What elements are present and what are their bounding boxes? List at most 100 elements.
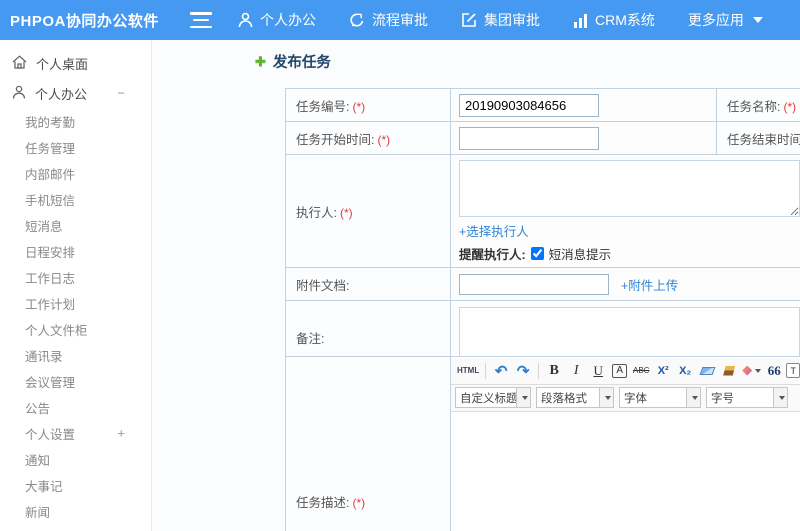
edit-icon xyxy=(461,12,477,28)
sidebar-item-contacts[interactable]: 通讯录 xyxy=(0,342,151,368)
nav-label: 更多应用 xyxy=(687,12,744,28)
attachment-label: 附件文档: xyxy=(296,278,350,293)
topbar: PHPOA协同办公软件 个人办公 流程审批 集团审批 CRM系统 更多应用 xyxy=(0,0,800,40)
sidebar-item-personal-cabinet[interactable]: 个人文件柜 xyxy=(0,316,151,342)
sidebar-item-schedule[interactable]: 日程安排 xyxy=(0,238,151,264)
sidebar-item-label: 我的考勤 xyxy=(25,115,76,130)
sidebar-item-internal-mail[interactable]: 内部邮件 xyxy=(0,160,151,186)
app-logo: PHPOA协同办公软件 xyxy=(10,12,159,30)
page-title: ✚ 发布任务 xyxy=(255,51,331,72)
font-size-select[interactable]: 字号 xyxy=(706,387,788,408)
chevron-down-icon xyxy=(522,395,528,400)
main-content: ✚ 发布任务 任务编号:(*) 任务名称:(*) 任务开始时间:(*) 任务结束… xyxy=(153,40,800,531)
sidebar-item-my-attendance[interactable]: 我的考勤 xyxy=(0,108,151,134)
redo-button[interactable]: ↷ xyxy=(513,360,533,381)
user-icon xyxy=(12,85,26,102)
task-number-input[interactable] xyxy=(459,93,599,117)
sidebar-item-label: 内部邮件 xyxy=(25,167,76,182)
start-time-label: 任务开始时间: xyxy=(296,132,375,147)
description-row: 任务描述: (*) HTML ↶ ↷ B I U A ABC X² X₂ 66 … xyxy=(285,356,800,531)
sidebar-item-label: 新闻 xyxy=(25,505,51,520)
sidebar-item-task-management[interactable]: 任务管理 xyxy=(0,134,151,160)
font-border-button[interactable]: A xyxy=(612,363,628,378)
sidebar-item-major-events[interactable]: 大事记 xyxy=(0,472,151,498)
sidebar-item-personal-settings[interactable]: 个人设置 + xyxy=(0,420,151,446)
required-marker: (*) xyxy=(339,205,353,220)
highlight-button[interactable] xyxy=(741,360,762,381)
end-time-label: 任务结束时间: xyxy=(727,132,800,147)
executor-textarea[interactable] xyxy=(459,160,800,217)
font-family-select[interactable]: 字体 xyxy=(619,387,701,408)
collapse-minus-icon[interactable]: − xyxy=(117,86,125,101)
editor-content-area[interactable] xyxy=(451,411,800,531)
sidebar-item-work-log[interactable]: 工作日志 xyxy=(0,264,151,290)
app-window: PHPOA协同办公软件 个人办公 流程审批 集团审批 CRM系统 更多应用 个人… xyxy=(0,0,800,531)
task-description-table: 任务描述: (*) HTML ↶ ↷ B I U A ABC X² X₂ 66 … xyxy=(285,356,800,531)
sidebar-item-label: 会议管理 xyxy=(25,375,76,390)
rich-text-editor: HTML ↶ ↷ B I U A ABC X² X₂ 66 T 自定义标题 段落… xyxy=(451,357,800,531)
html-source-button[interactable]: HTML xyxy=(456,360,480,381)
sidebar: 个人桌面 个人办公 − 我的考勤 任务管理 内部邮件 手机短信 短消息 日程安排… xyxy=(0,40,152,531)
subscript-button[interactable]: X₂ xyxy=(675,360,695,381)
nav-group-approval[interactable]: 集团审批 xyxy=(461,10,540,30)
attachment-upload-link[interactable]: +附件上传 xyxy=(621,275,678,294)
nav-more-apps[interactable]: 更多应用 xyxy=(688,10,763,30)
sidebar-item-announcement[interactable]: 公告 xyxy=(0,394,151,420)
chevron-down-icon xyxy=(605,395,611,400)
task-name-label: 任务名称: xyxy=(727,99,781,114)
bar-chart-icon xyxy=(573,13,588,28)
start-time-input[interactable] xyxy=(459,126,599,150)
attachment-row: 附件文档: +附件上传 xyxy=(285,267,800,301)
strikethrough-button[interactable]: ABC xyxy=(631,360,651,381)
sidebar-item-label: 工作日志 xyxy=(25,271,76,286)
required-marker: (*) xyxy=(783,99,797,114)
format-brush-button[interactable] xyxy=(719,360,739,381)
sidebar-item-notice[interactable]: 通知 xyxy=(0,446,151,472)
select-executor-link[interactable]: +选择执行人 xyxy=(459,225,529,239)
sidebar-item-news[interactable]: 新闻 xyxy=(0,498,151,524)
attachment-input[interactable] xyxy=(459,273,609,295)
toolbar-separator xyxy=(485,362,487,379)
custom-title-select[interactable]: 自定义标题 xyxy=(455,387,531,408)
undo-button[interactable]: ↶ xyxy=(491,360,511,381)
sms-remind-checkbox[interactable] xyxy=(530,247,544,260)
sidebar-item-label: 日程安排 xyxy=(25,245,76,260)
nav-crm-system[interactable]: CRM系统 xyxy=(573,10,655,30)
editor-toolbar-row1: HTML ↶ ↷ B I U A ABC X² X₂ 66 T xyxy=(451,357,800,385)
page-title-text: 发布任务 xyxy=(272,55,331,71)
task-time-row: 任务开始时间:(*) 任务结束时间:(*) xyxy=(285,121,800,155)
underline-button[interactable]: U xyxy=(588,360,608,381)
sidebar-item-personal-desktop[interactable]: 个人桌面 xyxy=(0,48,151,78)
executor-label: 执行人: xyxy=(296,205,337,220)
executor-row: 执行人: (*) +选择执行人 提醒执行人: 短消息提示 xyxy=(285,154,800,268)
superscript-button[interactable]: X² xyxy=(653,360,673,381)
nav-label: 集团审批 xyxy=(484,12,540,28)
description-label: 任务描述: xyxy=(296,496,350,510)
sidebar-item-label: 公告 xyxy=(25,401,51,416)
sidebar-item-label: 大事记 xyxy=(25,479,63,494)
task-number-row: 任务编号:(*) 任务名称:(*) xyxy=(285,88,800,122)
paragraph-format-select[interactable]: 段落格式 xyxy=(536,387,614,408)
format-eraser-button[interactable] xyxy=(697,360,717,381)
sidebar-item-short-message[interactable]: 短消息 xyxy=(0,212,151,238)
paste-button[interactable]: T xyxy=(786,363,800,378)
sidebar-item-work-plan[interactable]: 工作计划 xyxy=(0,290,151,316)
add-task-icon: ✚ xyxy=(255,53,266,69)
chevron-down-icon xyxy=(779,395,785,400)
italic-button[interactable]: I xyxy=(566,360,586,381)
nav-personal-office[interactable]: 个人办公 xyxy=(238,10,316,30)
workflow-icon xyxy=(349,12,365,28)
sidebar-item-label: 通讯录 xyxy=(25,349,63,364)
user-icon xyxy=(238,12,253,28)
blockquote-button[interactable]: 66 xyxy=(764,360,784,381)
hamburger-menu-icon[interactable] xyxy=(190,12,212,28)
expand-plus-icon[interactable]: + xyxy=(117,426,125,441)
sidebar-item-meeting-management[interactable]: 会议管理 xyxy=(0,368,151,394)
sidebar-item-personal-office[interactable]: 个人办公 − xyxy=(0,78,151,108)
bold-button[interactable]: B xyxy=(544,360,564,381)
required-marker: (*) xyxy=(352,496,366,510)
sidebar-item-mobile-sms[interactable]: 手机短信 xyxy=(0,186,151,212)
nav-workflow-approval[interactable]: 流程审批 xyxy=(349,10,428,30)
remark-label: 备注: xyxy=(296,331,325,346)
toolbar-separator xyxy=(538,362,540,379)
